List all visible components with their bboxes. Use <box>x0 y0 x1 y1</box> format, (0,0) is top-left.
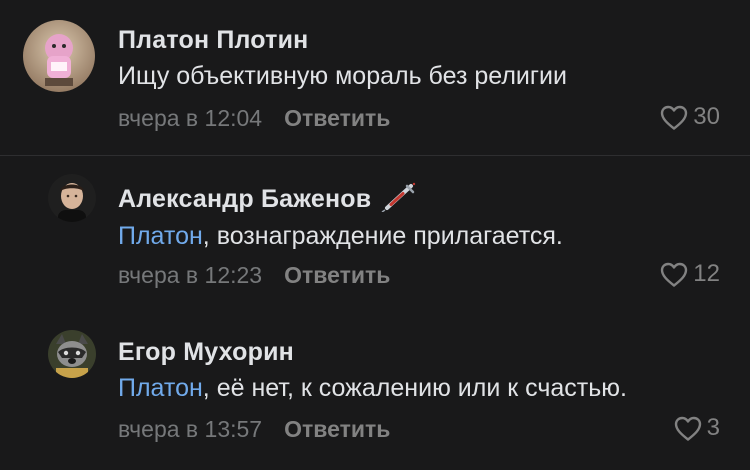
like-button[interactable]: 30 <box>659 103 720 131</box>
avatar[interactable] <box>48 174 96 222</box>
comment-time[interactable]: вчера в 13:57 <box>118 416 262 442</box>
comment-meta: вчера в 13:57 Ответить <box>118 416 390 443</box>
like-button[interactable]: 12 <box>659 260 720 288</box>
comment-author[interactable]: Егор Мухорин <box>118 338 294 367</box>
comment-meta: вчера в 12:04 Ответить <box>118 105 390 132</box>
reply-button[interactable]: Ответить <box>284 416 390 442</box>
heart-outline-icon <box>661 262 688 287</box>
comment-item: Егор Мухорин Платон, её нет, к сожалению… <box>0 312 750 470</box>
reply-button[interactable]: Ответить <box>284 262 390 288</box>
like-button[interactable]: 3 <box>673 414 720 442</box>
heart-outline-icon <box>661 105 688 130</box>
like-count: 12 <box>693 260 720 287</box>
comment-item: Платон Плотин Ищу объективную мораль без… <box>0 0 750 155</box>
mention-link[interactable]: Платон <box>118 374 203 402</box>
comment-time[interactable]: вчера в 12:04 <box>118 105 262 131</box>
comment-body: Ищу объективную мораль без религии <box>118 62 567 90</box>
reply-button[interactable]: Ответить <box>284 105 390 131</box>
mention-link[interactable]: Платон <box>118 222 203 250</box>
syringe-icon <box>381 182 417 219</box>
like-count: 30 <box>693 103 720 130</box>
comment-body: , её нет, к сожалению или к счастью. <box>202 374 627 402</box>
comment-text: Платон, её нет, к сожалению или к счасть… <box>118 374 627 403</box>
comment-author[interactable]: Александр Баженов <box>118 182 417 219</box>
avatar[interactable] <box>23 20 95 92</box>
avatar[interactable] <box>48 330 96 378</box>
comment-author[interactable]: Платон Плотин <box>118 26 308 55</box>
comment-text: Ищу объективную мораль без религии <box>118 62 567 91</box>
author-name: Александр Баженов <box>118 185 372 214</box>
like-count: 3 <box>706 414 720 441</box>
comment-item: Александр Баженов Платон, вознаграждение… <box>0 156 750 312</box>
comment-time[interactable]: вчера в 12:23 <box>118 262 262 288</box>
comment-meta: вчера в 12:23 Ответить <box>118 262 390 289</box>
heart-outline-icon <box>674 416 701 441</box>
comment-body: , вознаграждение прилагается. <box>202 222 563 250</box>
comment-text: Платон, вознаграждение прилагается. <box>118 222 563 251</box>
